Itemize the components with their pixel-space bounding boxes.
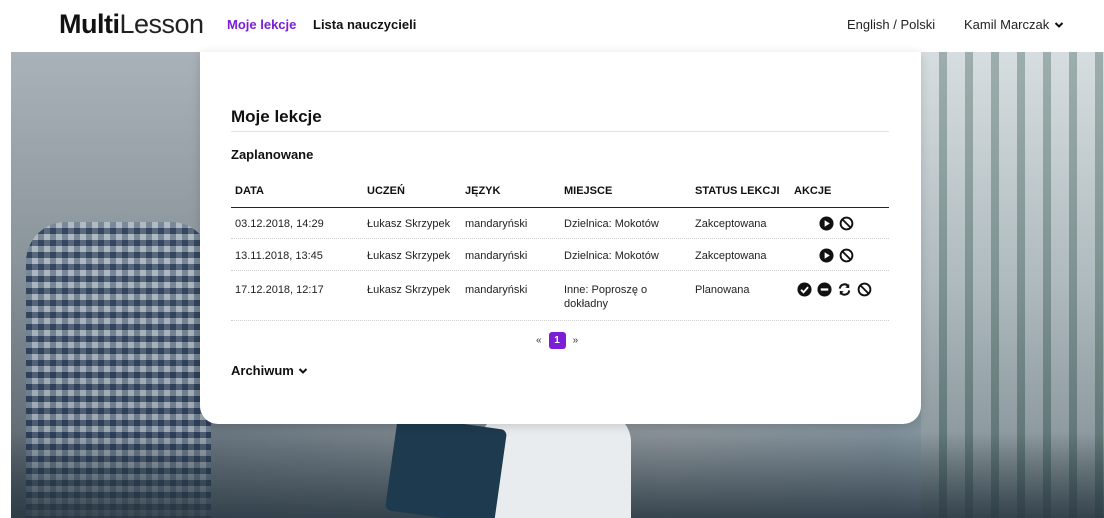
cell-status: Zakceptowana — [695, 218, 767, 230]
row-divider — [231, 238, 889, 239]
play-icon[interactable] — [819, 216, 834, 231]
pagination-page-current[interactable]: 1 — [548, 332, 566, 349]
cell-student: Łukasz Skrzypek — [367, 250, 451, 262]
chevron-down-icon — [1055, 21, 1064, 28]
archive-toggle[interactable]: Archiwum — [231, 363, 308, 378]
cell-student: Łukasz Skrzypek — [367, 284, 451, 296]
reject-icon[interactable] — [817, 282, 832, 297]
cell-status: Zakceptowana — [695, 250, 767, 262]
user-menu[interactable]: Kamil Marczak — [964, 17, 1064, 32]
language-switch[interactable]: English / Polski — [847, 17, 935, 32]
cell-language: mandaryński — [465, 218, 528, 230]
cell-place: Dzielnica: Mokotów — [564, 250, 659, 262]
logo-light-text: Lesson — [119, 9, 204, 39]
accept-icon[interactable] — [797, 282, 812, 297]
pagination-next[interactable]: » — [573, 335, 579, 346]
cell-language: mandaryński — [465, 250, 528, 262]
table-header-rule — [231, 207, 889, 208]
nav-teachers-list[interactable]: Lista nauczycieli — [313, 17, 416, 32]
cell-place: Dzielnica: Mokotów — [564, 218, 659, 230]
background-figure — [481, 412, 631, 518]
pagination: « 1 » — [536, 332, 578, 349]
user-name: Kamil Marczak — [964, 17, 1050, 32]
column-header-date: DATA — [235, 185, 264, 197]
cancel-icon[interactable] — [857, 282, 872, 297]
column-header-actions: AKCJE — [794, 185, 832, 197]
row-actions — [797, 282, 872, 297]
row-divider — [231, 320, 889, 321]
cell-language: mandaryński — [465, 284, 528, 296]
cell-place: Inne: Poproszę o dokładny — [564, 284, 648, 310]
column-header-place: MIEJSCE — [564, 185, 613, 197]
top-navigation: MultiLesson Moje lekcje Lista nauczyciel… — [0, 0, 1104, 52]
cell-student: Łukasz Skrzypek — [367, 218, 451, 230]
lessons-card: Moje lekcje Zaplanowane DATA UCZEŃ JĘZYK… — [200, 52, 921, 424]
logo-bold-text: Multi — [59, 9, 120, 39]
column-header-language: JĘZYK — [465, 185, 501, 197]
logo[interactable]: MultiLesson — [59, 9, 204, 39]
cell-date: 17.12.2018, 12:17 — [235, 284, 324, 296]
reschedule-icon[interactable] — [837, 282, 852, 297]
background-notebook — [384, 414, 508, 518]
row-actions — [819, 216, 854, 231]
nav-my-lessons[interactable]: Moje lekcje — [227, 17, 296, 32]
chevron-down-icon — [298, 367, 308, 374]
cancel-icon[interactable] — [839, 248, 854, 263]
archive-label: Archiwum — [231, 363, 294, 378]
row-divider — [231, 270, 889, 271]
divider — [231, 131, 889, 132]
play-icon[interactable] — [819, 248, 834, 263]
column-header-status: STATUS LEKCJI — [695, 185, 780, 197]
page-title: Moje lekcje — [231, 107, 322, 126]
pagination-prev[interactable]: « — [536, 335, 542, 346]
cell-date: 03.12.2018, 14:29 — [235, 218, 324, 230]
scheduled-section-title: Zaplanowane — [231, 147, 314, 162]
cell-date: 13.11.2018, 13:45 — [235, 250, 323, 262]
row-actions — [819, 248, 854, 263]
column-header-student: UCZEŃ — [367, 185, 405, 197]
cancel-icon[interactable] — [839, 216, 854, 231]
cell-status: Planowana — [695, 284, 750, 296]
